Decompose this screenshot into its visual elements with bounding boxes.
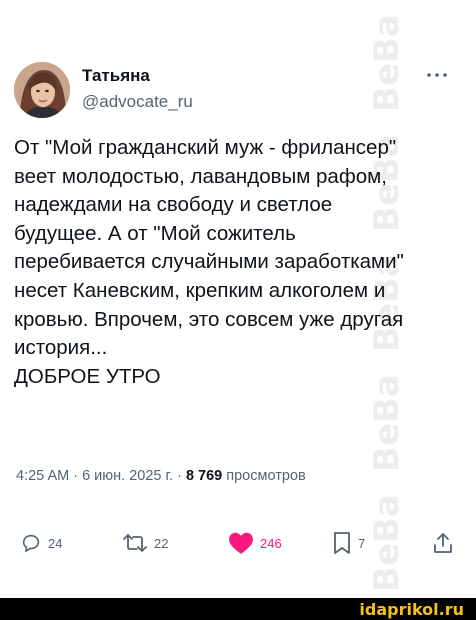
action-bar: 24 22 246 7 [0,528,476,558]
more-icon[interactable] [424,68,450,82]
tweet-text: От "Мой гражданский муж - фрилансер" вее… [14,134,464,391]
reply-button[interactable]: 24 [20,528,62,558]
site-watermark: idaprikol.ru [359,600,464,619]
avatar[interactable] [14,62,70,118]
author-handle[interactable]: @advocate_ru [82,92,193,112]
tweet-meta: 4:25 AM · 6 июн. 2025 г. · 8 769 просмот… [16,468,306,484]
share-button[interactable] [432,528,454,558]
tweet-text-line: веет молодостью, лавандовым рафом, [14,164,387,188]
tweet-text-line: перебивается случайными заработками" [14,250,404,274]
reply-icon [22,534,40,553]
tweet-text-line: кровью. Впрочем, это совсем уже другая [14,307,404,331]
tweet-card: Татьяна @advocate_ru От "Мой гражданский… [0,0,476,598]
like-icon [229,532,253,554]
views-count: 8 769 [185,468,223,484]
footer-bar: idaprikol.ru [0,598,476,620]
bookmark-count: 7 [358,535,366,551]
bookmark-button[interactable]: 7 [332,528,365,558]
tweet-text-line: будущее. А от "Мой сожитель [14,221,296,245]
timestamp[interactable]: 4:25 AM · 6 июн. 2025 г. · [16,468,186,484]
author-name[interactable]: Татьяна [82,66,150,86]
tweet-text-line: ДОБРОЕ УТРО [14,364,161,388]
views-label: просмотров [222,468,306,484]
tweet-text-line: От "Мой гражданский муж - фрилансер" [14,136,397,159]
tweet-text-line: история... [14,336,108,360]
bookmark-icon [334,532,350,554]
like-button[interactable]: 246 [228,528,282,558]
reply-count: 24 [48,535,63,551]
repost-icon [123,534,147,552]
repost-button[interactable]: 22 [122,528,168,558]
repost-count: 22 [154,535,169,551]
tweet-text-line: надеждами на свободу и светлое [14,193,333,217]
tweet-text-line: несет Каневским, крепким алкоголем и [14,278,386,302]
share-icon [434,533,452,553]
like-count: 246 [260,535,282,551]
